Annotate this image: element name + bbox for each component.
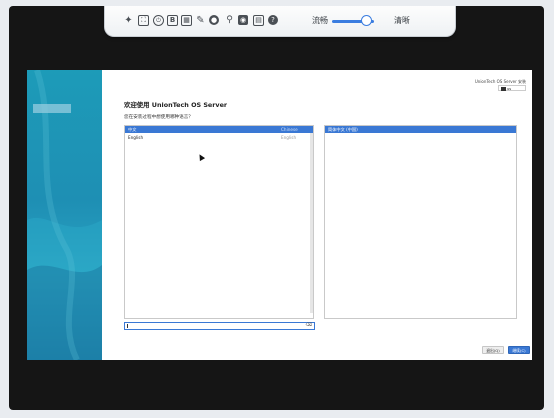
fullscreen-icon[interactable]: ⛶: [138, 15, 149, 26]
installer-side-panel: [27, 70, 102, 360]
language-option[interactable]: English English: [125, 134, 313, 141]
power-icon[interactable]: ⏻: [153, 15, 164, 26]
keyboard-layout-label: us: [507, 87, 512, 91]
language-option[interactable]: 中文 Chinese: [125, 126, 313, 133]
language-search-input[interactable]: ⌫: [124, 322, 315, 330]
text-cursor: [127, 324, 128, 328]
language-native: 中文: [128, 127, 137, 132]
locale-label: 简体中文 (中国): [328, 127, 358, 132]
quality-smooth-label: 流畅: [312, 16, 328, 25]
clear-icon[interactable]: ⌫: [306, 323, 312, 329]
locale-option[interactable]: 简体中文 (中国): [325, 126, 516, 133]
quit-button[interactable]: 退出(Q): [482, 346, 504, 354]
product-logo: [33, 104, 71, 113]
welcome-heading: 欢迎使用 UnionTech OS Server: [124, 101, 228, 109]
language-english: English: [281, 135, 297, 140]
keyboard-icon: [501, 87, 506, 91]
pin-icon[interactable]: ✦: [123, 15, 134, 26]
record-icon[interactable]: ●: [209, 15, 219, 25]
b-icon[interactable]: B: [167, 15, 178, 26]
display-icon[interactable]: ▤: [253, 15, 264, 26]
camera-icon[interactable]: ◉: [238, 15, 248, 25]
language-list[interactable]: 中文 Chinese English English: [124, 125, 314, 319]
keyboard-icon[interactable]: ▦: [181, 15, 192, 26]
installer-screen: UnionTech OS Server 安装 us 欢迎使用 UnionTech…: [27, 70, 532, 360]
help-icon[interactable]: ?: [268, 15, 278, 25]
continue-button[interactable]: 继续(C): [508, 346, 530, 354]
language-english: Chinese: [281, 127, 298, 132]
locale-list[interactable]: 简体中文 (中国): [324, 125, 517, 319]
quality-slider-handle[interactable]: [360, 15, 372, 26]
language-native: English: [128, 135, 144, 140]
console-toolbar: ✦ ⛶ ⏻ B ▦ ✎ ● ⚲ ◉ ▤ ? 流畅 清晰: [104, 6, 456, 37]
keyboard-layout-indicator[interactable]: us: [498, 85, 526, 91]
language-list-scrollbar[interactable]: [310, 133, 313, 313]
language-prompt: 您在安装过程中想使用哪种语言？: [124, 115, 193, 120]
usb-icon[interactable]: ⚲: [224, 15, 235, 26]
remote-console-frame: ✦ ⛶ ⏻ B ▦ ✎ ● ⚲ ◉ ▤ ? 流畅 清晰 UnionTech OS…: [9, 6, 544, 410]
quality-sharp-label: 清晰: [394, 16, 410, 25]
side-panel-wave: [27, 70, 102, 360]
mouse-icon[interactable]: ✎: [195, 15, 206, 26]
